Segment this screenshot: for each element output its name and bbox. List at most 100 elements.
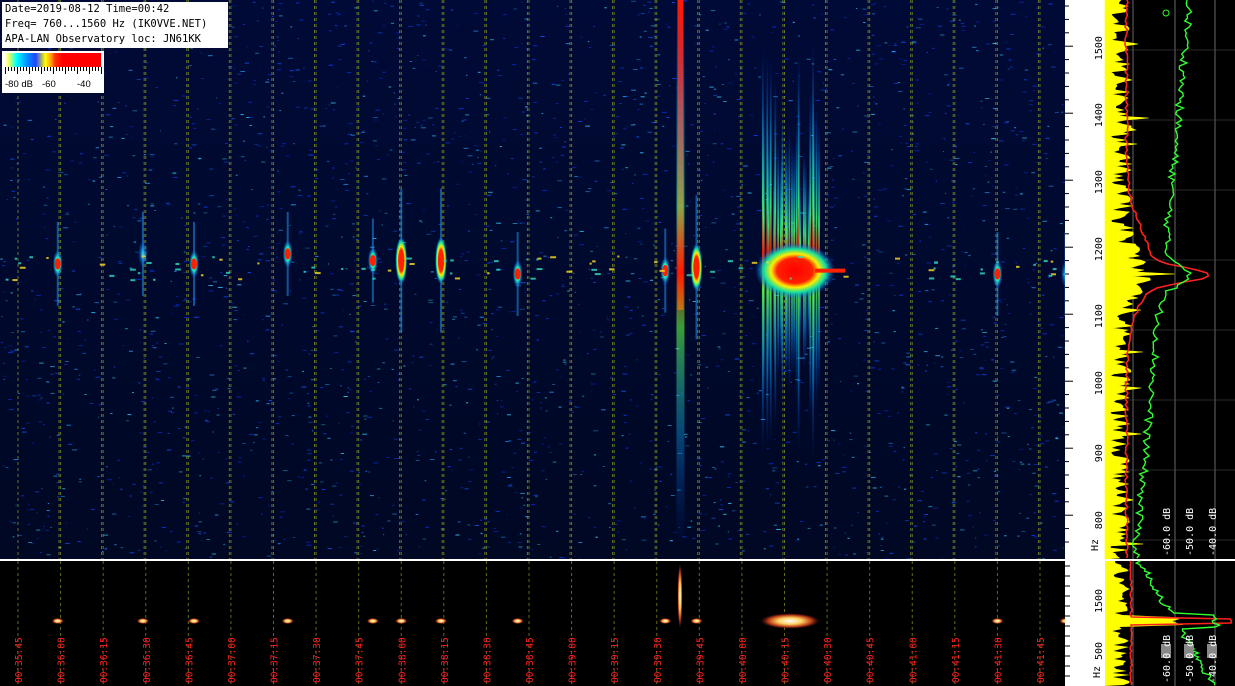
noise-speck <box>337 13 341 15</box>
noise-speck <box>467 524 470 526</box>
noise-speck <box>129 495 132 497</box>
noise-speck <box>662 308 665 310</box>
noise-speck <box>984 98 990 99</box>
noise-speck <box>65 522 68 524</box>
noise-speck <box>874 360 880 362</box>
noise-speck <box>443 328 445 329</box>
noise-speck <box>733 230 736 231</box>
noise-speck <box>430 271 434 273</box>
noise-speck <box>874 3 876 5</box>
noise-speck <box>573 272 575 274</box>
noise-speck <box>332 213 336 215</box>
noise-speck <box>972 188 975 190</box>
noise-speck <box>267 555 272 557</box>
noise-speck <box>305 488 308 490</box>
noise-speck <box>977 477 980 479</box>
noise-speck <box>637 306 639 308</box>
frequency-axis: 800900100011001200130014001500 1500500 H… <box>1065 0 1105 686</box>
noise-speck <box>923 516 926 518</box>
noise-speck <box>452 380 457 382</box>
noise-speck <box>968 515 972 517</box>
noise-speck <box>502 139 506 141</box>
noise-speck <box>313 107 316 109</box>
noise-speck <box>998 79 1003 81</box>
panel-separator <box>0 559 1235 561</box>
noise-speck <box>246 249 249 251</box>
carrier-dash <box>894 257 901 260</box>
noise-speck <box>277 40 280 42</box>
time-tick-label: 00:39:30 <box>653 637 664 683</box>
noise-speck <box>136 79 141 80</box>
noise-speck <box>507 485 513 487</box>
noise-speck <box>206 539 210 540</box>
noise-speck <box>903 447 905 449</box>
noise-speck <box>937 25 942 27</box>
carrier-dash <box>137 272 141 275</box>
noise-speck <box>723 28 728 30</box>
noise-speck <box>122 345 125 346</box>
noise-speck <box>579 244 585 246</box>
noise-speck <box>40 397 43 399</box>
noise-speck <box>289 76 294 78</box>
carrier-dash <box>1043 260 1048 263</box>
noise-speck <box>266 146 268 148</box>
noise-speck <box>772 26 777 28</box>
noise-speck <box>207 55 213 57</box>
noise-speck <box>741 184 743 186</box>
noise-speck <box>526 213 529 215</box>
noise-speck <box>649 440 653 442</box>
carrier-dash <box>955 278 961 281</box>
noise-speck <box>640 243 643 245</box>
noise-speck <box>1010 66 1014 68</box>
noise-speck <box>336 294 340 296</box>
noise-speck <box>565 43 570 45</box>
noise-speck <box>573 513 576 515</box>
noise-speck <box>957 476 961 478</box>
noise-speck <box>80 293 82 295</box>
noise-speck <box>1038 416 1043 418</box>
noise-speck <box>553 117 557 119</box>
noise-speck <box>482 323 488 324</box>
noise-speck <box>686 354 690 356</box>
noise-speck <box>84 339 86 341</box>
noise-speck <box>129 267 133 269</box>
noise-speck <box>255 52 259 54</box>
noise-speck <box>940 34 945 36</box>
noise-speck <box>532 399 534 401</box>
noise-speck <box>690 124 694 126</box>
noise-speck <box>312 430 314 432</box>
noise-speck <box>213 281 218 283</box>
noise-speck <box>339 179 345 180</box>
noise-speck <box>508 541 511 543</box>
noise-speck <box>43 204 48 206</box>
noise-speck <box>949 20 955 22</box>
noise-speck <box>935 355 941 357</box>
time-tick-label: 00:38:45 <box>525 637 536 683</box>
noise-speck <box>233 68 235 70</box>
noise-speck <box>347 123 353 125</box>
noise-speck <box>354 552 357 554</box>
noise-speck <box>128 350 133 352</box>
noise-speck <box>37 399 42 401</box>
noise-speck <box>206 421 210 423</box>
noise-speck <box>819 306 825 308</box>
noise-speck <box>792 431 797 433</box>
noise-speck <box>523 504 526 506</box>
noise-speck <box>277 69 282 71</box>
noise-speck <box>301 477 305 479</box>
noise-speck <box>208 290 214 292</box>
noise-speck <box>166 202 170 204</box>
noise-speck <box>275 423 280 425</box>
noise-speck <box>234 310 239 311</box>
noise-speck <box>156 462 161 464</box>
noise-speck <box>549 391 554 393</box>
profile-db-label: -60.0 dB <box>1162 508 1173 556</box>
noise-speck <box>165 550 167 552</box>
noise-speck <box>720 359 724 361</box>
noise-speck <box>378 497 380 499</box>
noise-speck <box>570 411 574 413</box>
noise-speck <box>799 521 803 522</box>
noise-speck <box>277 232 279 234</box>
noise-speck <box>286 155 290 157</box>
noise-speck <box>942 151 945 152</box>
